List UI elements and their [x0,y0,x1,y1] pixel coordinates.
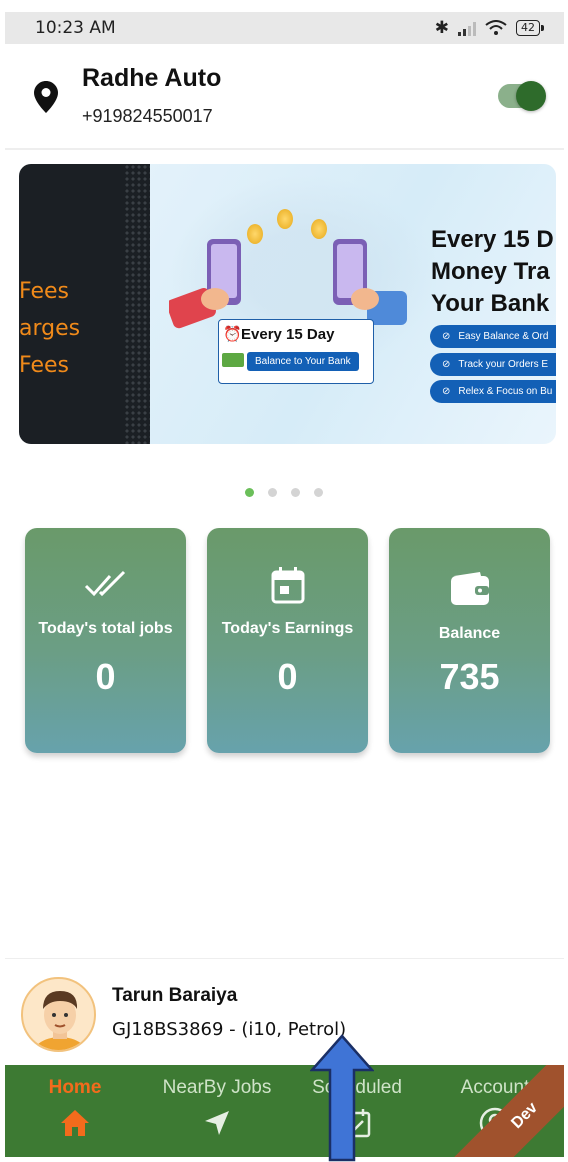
signal-icon [458,20,476,36]
check-circle-icon: ⊘ [442,386,451,397]
stat-card-balance[interactable]: Balance 735 [389,528,550,753]
check-circle-icon: ⊘ [442,359,451,370]
wallet-icon [389,572,550,606]
location-pin-icon [34,81,58,113]
carousel-dot[interactable] [291,488,300,497]
feature-pill: ⊘ Relex & Focus on Bu [430,380,556,403]
ticket-pill: Balance to Your Bank [247,352,359,371]
stat-value: 0 [95,656,116,697]
driver-info-bar[interactable]: Tarun Baraiya GJ18BS3869 - (i10, Petrol) [5,958,564,1066]
ticket-title: Every 15 Day [241,326,335,343]
carousel-dot[interactable] [314,488,323,497]
status-icons: ✱ 42 [434,18,544,38]
banner-dark-panel [19,164,150,444]
business-phone: +919824550017 [82,106,213,126]
bottom-nav: Home NearBy Jobs Scheduled Account Dev [5,1065,564,1157]
headline-line: Your Bank [431,290,550,317]
business-name: Radhe Auto [82,64,222,92]
promo-banner[interactable]: Fees arges Fees ⏰ Every 15 Day Balance t… [19,164,556,444]
home-icon [5,1107,145,1139]
banner-left-text: arges [19,316,81,341]
every-15-day-card: ⏰ Every 15 Day Balance to Your Bank [218,319,374,384]
navigation-arrow-icon [147,1107,287,1139]
driver-avatar [21,977,96,1052]
status-time: 10:23 AM [35,18,116,38]
headline-line: Money Tra [431,258,550,285]
carousel-indicators [245,488,323,497]
nav-nearby-jobs[interactable]: NearBy Jobs [147,1077,287,1139]
stat-label: Today's Earnings [221,620,354,637]
bluetooth-icon: ✱ [434,18,449,38]
stat-label: Balance [438,625,501,642]
banner-left-text: Fees [19,279,69,304]
stat-card-total-jobs[interactable]: Today's total jobs 0 [25,528,186,753]
app-header: Radhe Auto +919824550017 [5,44,564,150]
right-hand-phone-illustration [333,239,407,325]
coin-icon [247,224,263,244]
nav-label: NearBy Jobs [162,1077,272,1098]
cash-icon [222,353,244,367]
banner-left-text: Fees [19,353,69,378]
nav-label: Home [48,1077,102,1098]
coin-icon [311,219,327,239]
carousel-dot[interactable] [268,488,277,497]
headline-line: Every 15 D [431,226,554,253]
driver-name: Tarun Baraiya [112,985,238,1006]
wifi-icon [485,20,507,35]
feature-pill: ⊘ Track your Orders E [430,353,556,376]
annotation-arrow [310,1034,374,1162]
calendar-icon [207,566,368,604]
toggle-knob [516,81,546,111]
banner-headline: Every 15 D Money Tra Your Bank [431,224,554,320]
battery-icon: 42 [516,20,544,36]
left-hand-phone-illustration [169,239,241,329]
online-toggle[interactable] [498,81,546,111]
feature-pill: ⊘ Easy Balance & Ord [430,325,556,348]
stat-label: Today's total jobs [38,620,173,637]
check-circle-icon: ⊘ [442,331,451,342]
stat-value: 0 [277,656,298,697]
stat-value: 735 [439,656,500,697]
status-bar: 10:23 AM ✱ 42 [5,12,564,44]
nav-home[interactable]: Home [5,1077,145,1139]
alarm-clock-icon: ⏰ [223,326,242,343]
stat-card-earnings[interactable]: Today's Earnings 0 [207,528,368,753]
double-check-icon [25,570,186,600]
carousel-dot[interactable] [245,488,254,497]
coin-icon [277,209,293,229]
